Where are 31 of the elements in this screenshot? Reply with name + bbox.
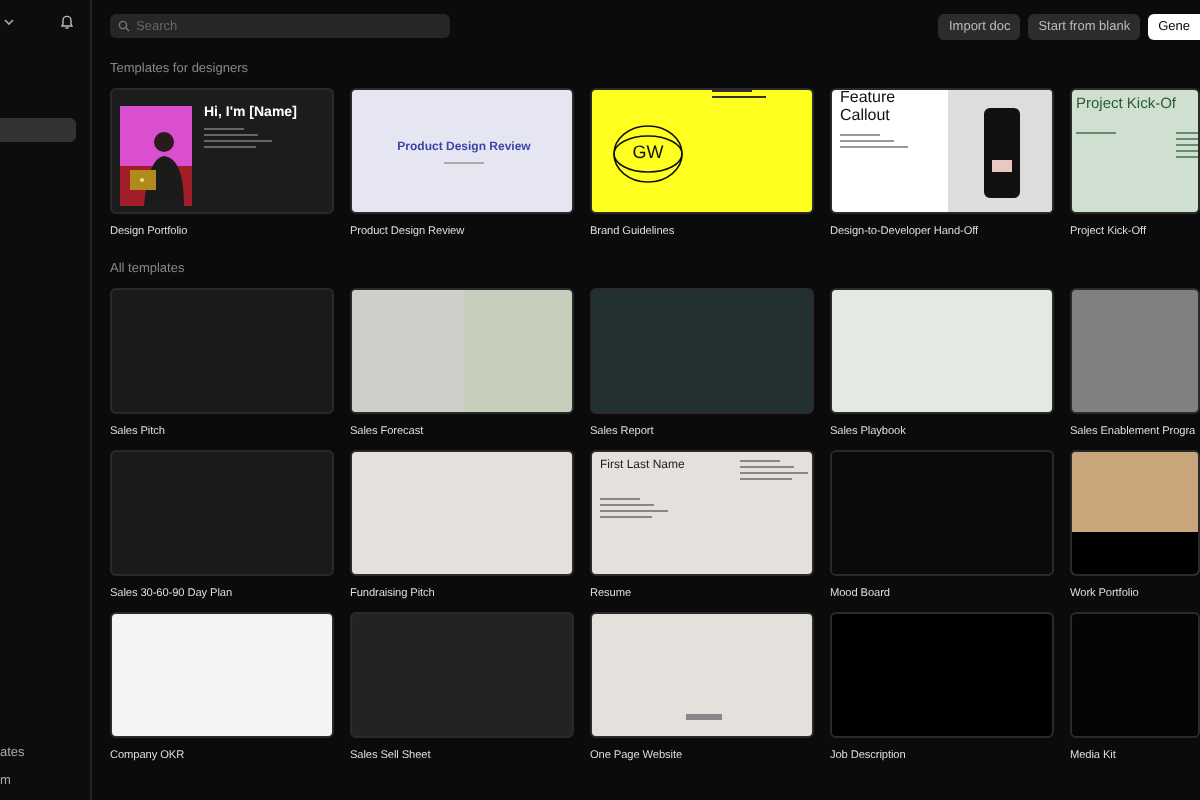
template-thumbnail[interactable] — [590, 288, 814, 414]
logo-text: GW — [632, 143, 664, 163]
template-thumbnail[interactable] — [830, 612, 1054, 738]
chevron-down-icon[interactable] — [4, 18, 14, 26]
slide-title: Feature Callout — [840, 90, 898, 126]
template-thumbnail[interactable] — [350, 288, 574, 414]
template-thumbnail[interactable] — [830, 288, 1054, 414]
template-thumbnail[interactable] — [350, 450, 574, 576]
phone-icon — [984, 108, 1020, 198]
text-lines — [840, 133, 908, 148]
slide-panel — [352, 290, 464, 412]
rings-icon — [612, 123, 684, 183]
text-lines — [712, 90, 766, 98]
template-thumbnail[interactable] — [1070, 288, 1200, 414]
text-lines — [204, 127, 272, 148]
template-thumbnail[interactable] — [830, 450, 1054, 576]
template-thumbnail[interactable] — [1070, 450, 1200, 576]
template-thumbnail[interactable] — [110, 612, 334, 738]
template-thumbnail[interactable] — [590, 612, 814, 738]
text-lines — [740, 460, 808, 480]
template-thumbnail[interactable] — [350, 612, 574, 738]
bar-shape — [686, 714, 722, 720]
template-thumbnail[interactable]: Feature Callout — [830, 88, 1054, 214]
text-lines — [600, 497, 668, 518]
template-thumbnail[interactable] — [1070, 612, 1200, 738]
text-lines — [1076, 132, 1116, 135]
search-icon — [118, 20, 130, 32]
bell-icon[interactable] — [60, 14, 74, 30]
template-thumbnail[interactable]: GW — [590, 88, 814, 214]
template-thumbnail[interactable] — [110, 450, 334, 576]
template-thumbnail[interactable] — [110, 288, 334, 414]
